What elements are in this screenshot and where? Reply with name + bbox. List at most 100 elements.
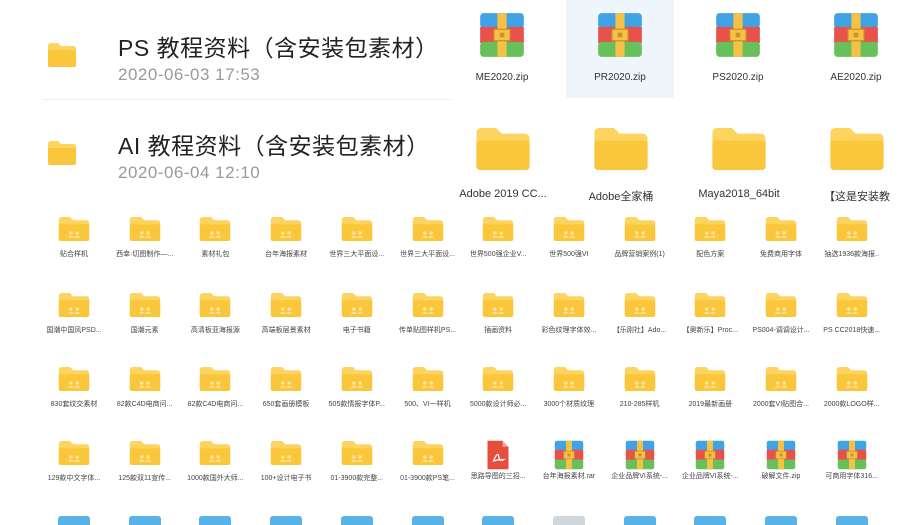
folder-tile[interactable]: 彩色纹理字体效... xyxy=(535,292,603,335)
folder-tile[interactable]: 高端板层景素材 xyxy=(252,292,320,335)
folder-tile[interactable]: 抽选1936款海报.. xyxy=(818,216,886,259)
folder-tile-partial[interactable] xyxy=(765,516,797,525)
list-row-title: PS 教程资料（含安装包素材） xyxy=(118,35,439,61)
folder-tile-partial[interactable] xyxy=(411,516,444,525)
folder-tile[interactable]: 素材礼包 xyxy=(181,216,249,259)
folder-tile-partial[interactable] xyxy=(128,516,161,525)
list-row[interactable]: AI 教程资料（含安装包素材） 2020-06-04 12:10 xyxy=(42,110,452,198)
folder-tile[interactable]: 500、VI一样机 xyxy=(394,366,462,409)
file-tile-pdf[interactable]: 思路导图的三招... xyxy=(464,440,532,481)
folder-tile[interactable]: 世界三大平面设... xyxy=(323,216,391,259)
tile-label: 125款双11宣传... xyxy=(118,475,172,482)
folder-tile-partial[interactable] xyxy=(482,516,515,525)
folder-tile[interactable]: Adobe全家桶 xyxy=(562,126,680,204)
file-tile-partial[interactable] xyxy=(552,516,585,525)
folder-tile[interactable]: 国潮元素 xyxy=(111,292,179,335)
file-tile-label: PS2020.zip xyxy=(712,72,764,83)
folder-tile-partial[interactable] xyxy=(58,516,90,525)
folder-icon xyxy=(341,217,372,241)
file-tile-zip[interactable]: ME2020.zip xyxy=(448,0,556,98)
tile-label: 2019最新画册 xyxy=(688,401,733,408)
zip-archive-icon xyxy=(837,440,866,470)
folder-tile-partial[interactable] xyxy=(623,516,656,525)
tile-label: 世界500强VI xyxy=(549,251,589,258)
file-tile-zip[interactable]: 可商用字体316... xyxy=(818,440,886,481)
folder-tile-label: Maya2018_64bit xyxy=(698,188,780,200)
folder-tile[interactable]: 免费商用字体 xyxy=(747,216,815,259)
folder-tile[interactable]: 世界三大平面设... xyxy=(394,216,462,259)
folder-tile[interactable]: 品牌营销案例(1) xyxy=(606,216,674,259)
folder-tile[interactable]: 01-3900款PS笔... xyxy=(394,440,462,483)
zip-archive-icon xyxy=(554,440,584,470)
folder-icon xyxy=(58,293,90,317)
folder-tile[interactable]: 西幸·切图制作—... xyxy=(111,216,179,259)
zip-archive-icon xyxy=(766,440,796,470)
list-row[interactable]: PS 教程资料（含安装包素材） 2020-06-03 17:53 xyxy=(42,12,452,100)
folder-tile[interactable]: 210-285样机 xyxy=(606,366,674,409)
file-tile-zip[interactable]: PR2020.zip xyxy=(566,0,674,98)
tile-label: 国潮元素 xyxy=(130,327,159,334)
folder-tile[interactable]: 插画资料 xyxy=(464,292,532,335)
folder-tile[interactable]: 传单贴图样机PS... xyxy=(394,292,462,335)
file-tile-zip[interactable]: 台年海报素材.rar xyxy=(535,440,603,481)
folder-tile[interactable]: 1000款国外大师... xyxy=(181,440,249,483)
tile-label: 电子书籍 xyxy=(342,327,371,334)
tile-label: 82款C4D电商问... xyxy=(116,401,173,408)
folder-tile[interactable]: 国潮中国风PSD... xyxy=(40,292,108,335)
folder-tile[interactable]: 3000个材质纹理 xyxy=(535,366,603,409)
folder-tile[interactable]: 01-3900款完整... xyxy=(323,440,391,483)
folder-tile-partial[interactable] xyxy=(835,516,868,525)
list-row-date: 2020-06-03 17:53 xyxy=(118,65,261,84)
folder-tile[interactable]: 台年海报素材 xyxy=(252,216,320,259)
folder-tile[interactable]: 高清板亚海报源 xyxy=(181,292,249,335)
file-tile-zip[interactable]: 企业品牌VI系统-... xyxy=(676,440,744,481)
folder-tile[interactable]: 650套画册模板 xyxy=(252,366,320,409)
folder-tile[interactable]: 电子书籍 xyxy=(323,292,391,335)
folder-icon xyxy=(200,441,231,465)
folder-icon xyxy=(129,217,160,241)
folder-tile-partial[interactable] xyxy=(270,516,303,525)
folder-tile-partial[interactable] xyxy=(199,516,232,525)
folder-icon xyxy=(482,367,514,391)
file-tile-zip[interactable]: 企业品牌VI系统-... xyxy=(606,440,674,481)
folder-tile[interactable]: 100+设计电子书 xyxy=(252,440,320,483)
file-tile-zip[interactable]: PS2020.zip xyxy=(684,0,792,98)
folder-tile[interactable]: 505款情报字体P... xyxy=(323,366,391,409)
file-tile-zip[interactable]: 破解文件.zip xyxy=(747,440,815,481)
list-row-title: AI 教程资料（含安装包素材） xyxy=(118,133,430,159)
folder-icon xyxy=(765,367,797,391)
folder-tile[interactable]: 【奥新乐】Proc... xyxy=(676,292,744,335)
folder-tile[interactable]: 125款双11宣传... xyxy=(111,440,179,483)
folder-icon xyxy=(476,128,530,170)
folder-tile[interactable]: 世界500强VI xyxy=(535,216,603,259)
folder-icon xyxy=(58,441,90,465)
folder-tile[interactable]: 2000款LOGO样... xyxy=(818,366,886,409)
folder-tile[interactable]: PS CC2018快速... xyxy=(818,292,886,335)
folder-tile[interactable]: 129款中文字体... xyxy=(40,440,108,483)
folder-tile[interactable]: 2000套VI贴图合... xyxy=(747,366,815,409)
tile-label: 2000款LOGO样... xyxy=(823,401,880,408)
folder-tile[interactable]: 5000款设计师必... xyxy=(464,366,532,409)
folder-tile[interactable]: 2019最新画册 xyxy=(676,366,744,409)
folder-icon xyxy=(200,367,231,391)
tile-label: 210-285样机 xyxy=(619,401,660,408)
folder-tile-partial[interactable] xyxy=(340,516,373,525)
zip-archive-icon xyxy=(598,13,642,57)
folder-tile[interactable]: 【乐刚社】Ado... xyxy=(606,292,674,335)
folder-icon xyxy=(270,367,302,391)
folder-tile[interactable]: Adobe 2019 CC... xyxy=(444,126,562,200)
folder-tile[interactable]: 配色方案 xyxy=(676,216,744,259)
tile-label: 01-3900款PS笔... xyxy=(400,475,455,482)
folder-tile[interactable]: 82款C4D电商问... xyxy=(181,366,249,409)
folder-tile[interactable]: 830套纹交素材 xyxy=(40,366,108,409)
folder-icon xyxy=(412,293,443,317)
folder-tile[interactable]: PS004-调调设计... xyxy=(747,292,815,335)
folder-tile[interactable]: 贴合样机 xyxy=(40,216,108,259)
folder-tile[interactable]: 82款C4D电商问... xyxy=(111,366,179,409)
tile-label: 思路导图的三招... xyxy=(470,473,526,480)
folder-tile-partial[interactable] xyxy=(694,516,727,525)
tile-label: 830套纹交素材 xyxy=(50,401,98,408)
folder-tile[interactable]: 世界500强企业V... xyxy=(464,216,532,259)
tile-label: 1000款国外大师... xyxy=(187,475,244,482)
folder-tile[interactable]: Maya2018_64bit xyxy=(680,126,798,200)
